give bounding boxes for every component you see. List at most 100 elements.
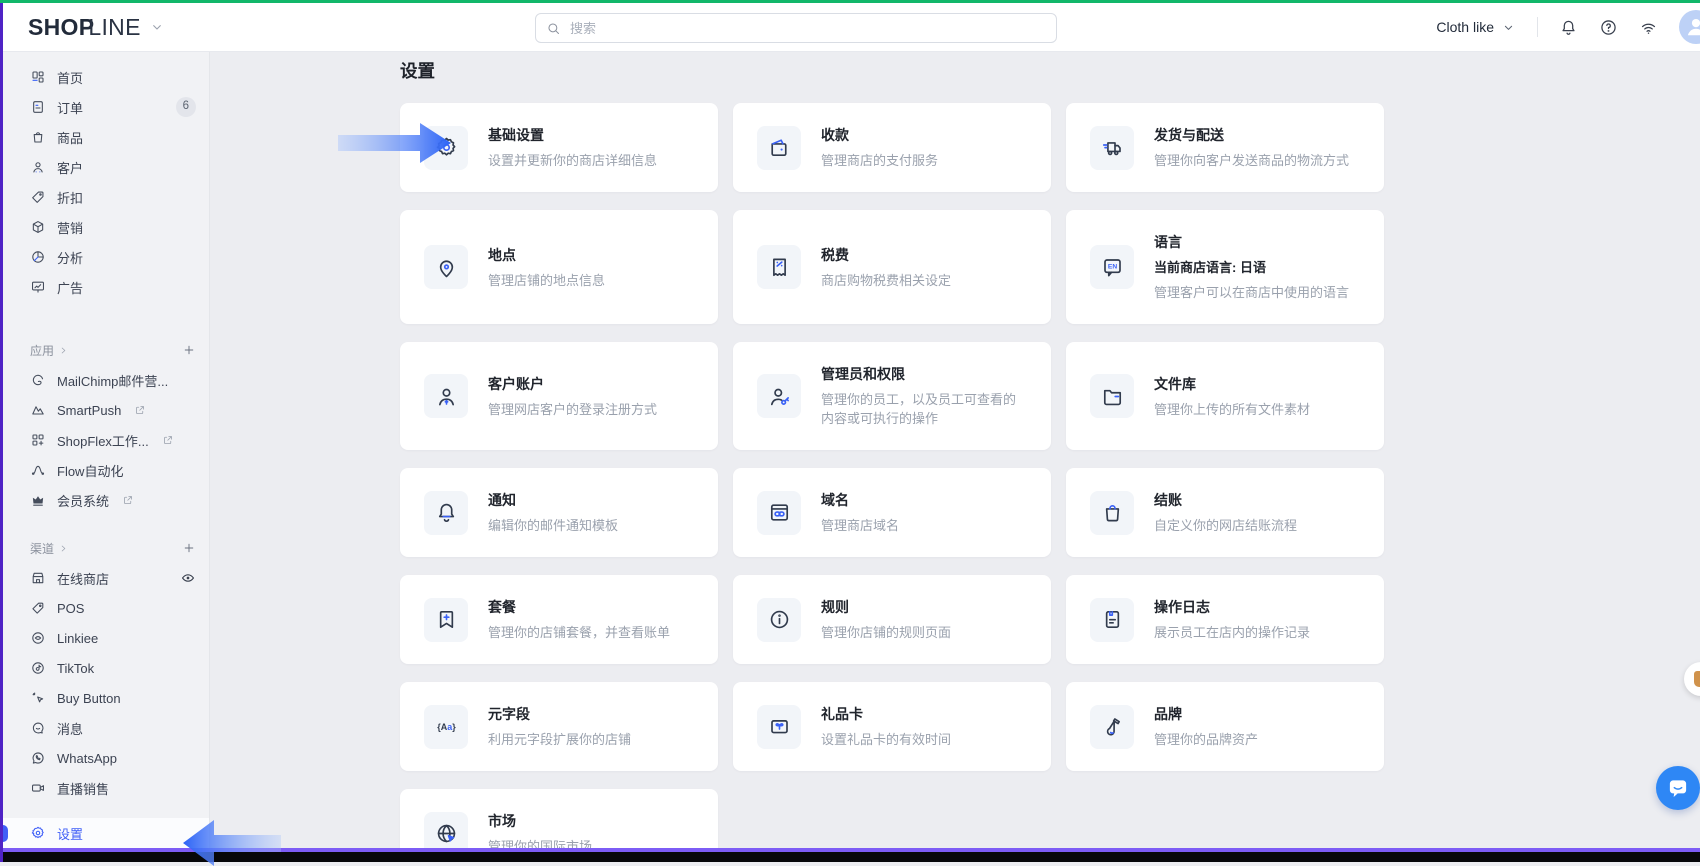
shopline-logo[interactable]: SHOPLINE <box>28 3 165 51</box>
settings-card-notify[interactable]: 通知编辑你的邮件通知模板 <box>400 468 718 557</box>
domain-icon <box>757 491 801 535</box>
top-accent-line <box>0 0 1700 3</box>
sidebar-section-header[interactable]: 渠道 <box>3 533 209 563</box>
sidebar-item-analytics[interactable]: 分析 <box>3 242 209 272</box>
promo-icon <box>1694 671 1700 687</box>
settings-card-wallet[interactable]: 收款管理商店的支付服务 <box>733 103 1051 192</box>
page-title: 设置 <box>400 60 1700 82</box>
tiktok-icon <box>30 660 46 676</box>
discount-icon <box>30 189 46 205</box>
whatsapp-icon <box>30 750 46 766</box>
chat-support-button[interactable] <box>1656 766 1700 810</box>
sidebar-item-livesale[interactable]: 直播销售 <box>3 773 209 803</box>
card-title: 品牌 <box>1154 704 1258 724</box>
card-title: 规则 <box>821 597 951 617</box>
sidebar-item-label: 首页 <box>57 68 83 87</box>
sidebar-item-membership[interactable]: 会员系统 <box>3 485 209 515</box>
notifications-button[interactable] <box>1559 18 1578 37</box>
settings-card-checkout[interactable]: 结账自定义你的网店结账流程 <box>1066 468 1384 557</box>
sidebar-item-tiktok[interactable]: TikTok <box>3 653 209 683</box>
sidebar-item-pos[interactable]: POS <box>3 593 209 623</box>
global-search[interactable] <box>535 13 1057 43</box>
livesale-icon <box>30 780 46 796</box>
customers-icon <box>30 159 46 175</box>
eye-icon[interactable] <box>180 570 196 586</box>
sidebar-item-ads[interactable]: 广告 <box>3 272 209 302</box>
count-badge: 6 <box>176 97 196 117</box>
sidebar-item-shopflex[interactable]: ShopFlex工作... <box>3 425 209 455</box>
card-description: 设置并更新你的商店详细信息 <box>488 151 657 170</box>
sidebar-item-label: TikTok <box>57 661 94 676</box>
pos-icon <box>30 600 46 616</box>
settings-card-domain[interactable]: 域名管理商店域名 <box>733 468 1051 557</box>
sidebar-item-label: Linkiee <box>57 631 98 646</box>
sidebar-item-label: 折扣 <box>57 188 83 207</box>
card-title: 操作日志 <box>1154 597 1310 617</box>
settings-card-logs[interactable]: 操作日志展示员工在店内的操作记录 <box>1066 575 1384 664</box>
user-icon <box>1683 10 1700 44</box>
settings-card-admin[interactable]: 管理员和权限管理你的员工，以及员工可查看的内容或可执行的操作 <box>733 342 1051 450</box>
sidebar-item-discount[interactable]: 折扣 <box>3 182 209 212</box>
network-status-icon[interactable] <box>1639 18 1658 37</box>
card-title: 基础设置 <box>488 125 657 145</box>
settings-card-account[interactable]: 客户账户管理网店客户的登录注册方式 <box>400 342 718 450</box>
sidebar-item-mailchimp[interactable]: MailChimp邮件营... <box>3 365 209 395</box>
sidebar-item-marketing[interactable]: 营销 <box>3 212 209 242</box>
help-button[interactable] <box>1599 18 1618 37</box>
sidebar-item-label: MailChimp邮件营... <box>57 371 168 390</box>
sidebar-item-label: 订单 <box>57 98 83 117</box>
settings-card-rules[interactable]: 规则管理你店铺的规则页面 <box>733 575 1051 664</box>
sidebar-item-linkiee[interactable]: Linkiee <box>3 623 209 653</box>
card-title: 礼品卡 <box>821 704 951 724</box>
sidebar-item-label: WhatsApp <box>57 751 117 766</box>
sidebar-item-flow[interactable]: Flow自动化 <box>3 455 209 485</box>
sidebar-item-buybutton[interactable]: Buy Button <box>3 683 209 713</box>
add-button[interactable] <box>182 343 196 357</box>
search-icon <box>546 21 561 36</box>
chevron-down-icon <box>1501 20 1516 35</box>
sidebar-item-orders[interactable]: 订单 6 <box>3 92 209 122</box>
card-description: 设置礼品卡的有效时间 <box>821 730 951 749</box>
card-description: 利用元字段扩展你的店铺 <box>488 730 631 749</box>
settings-card-language[interactable]: EN语言当前商店语言: 日语管理客户可以在商店中使用的语言 <box>1066 210 1384 324</box>
card-title: 文件库 <box>1154 374 1310 394</box>
files-icon <box>1090 374 1134 418</box>
settings-card-market[interactable]: 市场管理你的国际市场 <box>400 789 718 848</box>
sidebar-item-message[interactable]: 消息 <box>3 713 209 743</box>
sidebar-item-smartpush[interactable]: SmartPush <box>3 395 209 425</box>
sidebar-item-customers[interactable]: 客户 <box>3 152 209 182</box>
truck-icon <box>1090 126 1134 170</box>
buybutton-icon <box>30 690 46 706</box>
settings-card-files[interactable]: 文件库管理你上传的所有文件素材 <box>1066 342 1384 450</box>
sidebar-item-settings[interactable]: 设置 <box>3 818 209 848</box>
search-input[interactable] <box>568 20 1046 37</box>
left-accent-strip <box>0 0 3 862</box>
card-title: 发货与配送 <box>1154 125 1349 145</box>
settings-card-pin[interactable]: 地点管理店铺的地点信息 <box>400 210 718 324</box>
sidebar-item-whatsapp[interactable]: WhatsApp <box>3 743 209 773</box>
sidebar-item-label: 营销 <box>57 218 83 237</box>
settings-card-tax[interactable]: 税费商店购物税费相关设定 <box>733 210 1051 324</box>
membership-icon <box>30 492 46 508</box>
card-description: 管理你的员工，以及员工可查看的内容或可执行的操作 <box>821 390 1027 428</box>
settings-card-brand[interactable]: 品牌管理你的品牌资产 <box>1066 682 1384 771</box>
section-label: 应用 <box>30 342 54 359</box>
card-title: 地点 <box>488 245 605 265</box>
sidebar-section-header[interactable]: 应用 <box>3 335 209 365</box>
sidebar-item-store[interactable]: 在线商店 <box>3 563 209 593</box>
settings-card-giftcard[interactable]: 礼品卡设置礼品卡的有效时间 <box>733 682 1051 771</box>
sidebar-item-label: 会员系统 <box>57 491 109 510</box>
store-switcher[interactable]: Cloth like <box>1436 19 1516 35</box>
add-button[interactable] <box>182 541 196 555</box>
section-label: 渠道 <box>30 540 54 557</box>
card-description: 管理商店的支付服务 <box>821 151 938 170</box>
sidebar-item-label: ShopFlex工作... <box>57 431 149 450</box>
settings-card-metafield[interactable]: {Aa}元字段利用元字段扩展你的店铺 <box>400 682 718 771</box>
avatar[interactable] <box>1679 10 1700 44</box>
settings-card-gear[interactable]: 基础设置设置并更新你的商店详细信息 <box>400 103 718 192</box>
sidebar-item-products[interactable]: 商品 <box>3 122 209 152</box>
settings-card-truck[interactable]: 发货与配送管理你向客户发送商品的物流方式 <box>1066 103 1384 192</box>
sidebar-item-home[interactable]: 首页 <box>3 62 209 92</box>
card-description: 自定义你的网店结账流程 <box>1154 516 1297 535</box>
settings-card-plan[interactable]: 套餐管理你的店铺套餐，并查看账单 <box>400 575 718 664</box>
